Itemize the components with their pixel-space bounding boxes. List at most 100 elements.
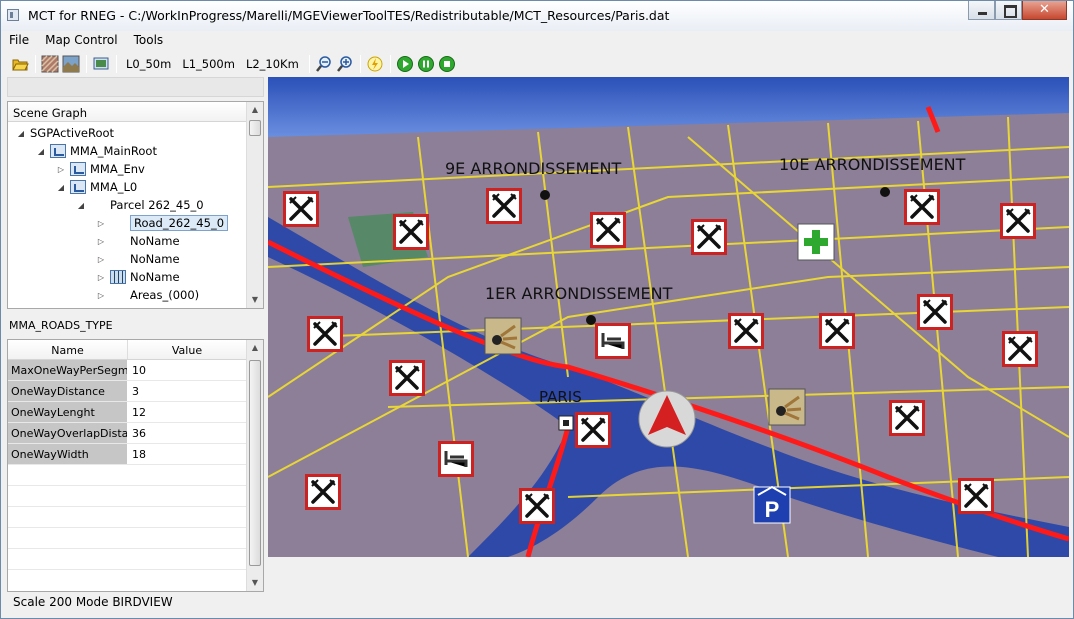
maximize-button[interactable]	[995, 1, 1022, 20]
parking-icon[interactable]: P	[753, 485, 791, 524]
properties-scrollbar[interactable]: ▲ ▼	[246, 340, 263, 591]
property-value[interactable]: 18	[128, 444, 247, 464]
restaurant-icon[interactable]	[281, 189, 321, 229]
restaurant-icon[interactable]	[303, 472, 343, 512]
stop-icon	[438, 56, 455, 72]
zoom-out-icon	[315, 56, 331, 72]
expand-arrow-icon[interactable]: ▷	[96, 255, 106, 264]
toolbar-separator	[86, 55, 87, 73]
terrain-button[interactable]	[62, 55, 80, 73]
navigation-arrow-icon[interactable]	[638, 390, 696, 448]
restaurant-icon[interactable]	[573, 410, 613, 450]
scroll-up-icon[interactable]: ▲	[247, 102, 263, 118]
attraction-icon[interactable]	[767, 387, 807, 427]
restaurant-icon[interactable]	[305, 314, 345, 354]
restaurant-icon[interactable]	[902, 187, 942, 227]
empty-row	[8, 465, 247, 486]
level2-button[interactable]: L2_10Km	[242, 55, 303, 73]
tree-item[interactable]: ◢ Parcel 262_45_0	[76, 196, 204, 214]
screenshot-button[interactable]	[92, 55, 110, 73]
restaurant-icon[interactable]	[956, 476, 996, 516]
scroll-up-icon[interactable]: ▲	[247, 340, 263, 356]
property-row[interactable]: MaxOneWayPerSegm... 10	[8, 360, 247, 381]
tree-item-label: Road_262_45_0	[130, 215, 229, 231]
column-header-value[interactable]: Value	[128, 340, 247, 359]
expand-arrow-icon[interactable]: ◢	[76, 201, 86, 210]
property-value[interactable]: 36	[128, 423, 247, 443]
restaurant-icon[interactable]	[517, 486, 557, 526]
status-bar: Scale 200 Mode BIRDVIEW	[13, 595, 173, 609]
stop-button[interactable]	[438, 55, 456, 73]
property-value[interactable]: 12	[128, 402, 247, 422]
tree-item[interactable]: ▷ Areas_(000)	[96, 286, 199, 304]
play-button[interactable]	[396, 55, 414, 73]
district-dot	[540, 190, 550, 200]
tree-scrollbar[interactable]: ▲ ▼	[246, 102, 263, 308]
title-bar: MCT for RNEG - C:/WorkInProgress/Marelli…	[1, 1, 1073, 31]
scroll-down-icon[interactable]: ▼	[247, 575, 263, 591]
restaurant-icon[interactable]	[588, 210, 628, 250]
tree-item-label: NoName	[130, 234, 180, 248]
properties-table[interactable]: Name Value MaxOneWayPerSegm... 10 OneWayDi…	[7, 339, 264, 592]
property-name: OneWayOverlapDista...	[8, 423, 128, 443]
tree-item[interactable]: NoName	[96, 304, 180, 308]
level1-button[interactable]: L1_500m	[178, 55, 239, 73]
property-row[interactable]: OneWayLenght 12	[8, 402, 247, 423]
expand-arrow-icon[interactable]: ◢	[16, 129, 26, 138]
scroll-down-icon[interactable]: ▼	[247, 292, 263, 308]
close-button[interactable]: ✕	[1022, 1, 1067, 20]
property-row[interactable]: OneWayWidth 18	[8, 444, 247, 465]
tree-item[interactable]: ▷ NoName	[96, 250, 180, 268]
expand-arrow-icon[interactable]: ▷	[96, 237, 106, 246]
lightning-button[interactable]	[366, 55, 384, 73]
restaurant-icon[interactable]	[915, 292, 955, 332]
expand-arrow-icon[interactable]: ◢	[36, 147, 46, 156]
minimize-button[interactable]	[968, 1, 995, 20]
tree-scroll-thumb[interactable]	[249, 120, 261, 136]
restaurant-icon[interactable]	[689, 217, 729, 257]
attraction-icon[interactable]	[483, 316, 523, 356]
restaurant-icon[interactable]	[817, 311, 857, 351]
property-row[interactable]: OneWayDistance 3	[8, 381, 247, 402]
tree-item[interactable]: ▷ Road_262_45_0	[96, 214, 229, 232]
menu-file[interactable]: File	[1, 31, 37, 50]
restaurant-icon[interactable]	[387, 358, 427, 398]
zoom-out-button[interactable]	[315, 55, 333, 73]
property-value[interactable]: 3	[128, 381, 247, 401]
scene-graph-tree[interactable]: Scene Graph ◢ SGPActiveRoot ◢ MMA_MainRoot ▷…	[7, 101, 264, 309]
texture-button[interactable]	[41, 55, 59, 73]
property-value[interactable]: 10	[128, 360, 247, 380]
expand-arrow-icon[interactable]: ▷	[96, 219, 106, 228]
level0-button[interactable]: L0_50m	[122, 55, 175, 73]
tree-item[interactable]: ▷ NoName	[96, 268, 180, 286]
tree-item[interactable]: ◢ MMA_MainRoot	[36, 142, 157, 160]
expand-arrow-icon[interactable]: ▷	[96, 273, 106, 282]
hospital-icon[interactable]	[797, 223, 835, 261]
tree-item[interactable]: ▷ NoName	[96, 232, 180, 250]
expand-arrow-icon[interactable]: ▷	[56, 165, 66, 174]
tree-item[interactable]: ◢ SGPActiveRoot	[16, 124, 114, 142]
zoom-in-button[interactable]	[336, 55, 354, 73]
pause-button[interactable]	[417, 55, 435, 73]
expand-arrow-icon[interactable]: ◢	[56, 183, 66, 192]
tree-item-label: MMA_L0	[90, 180, 138, 194]
restaurant-icon[interactable]	[484, 186, 524, 226]
restaurant-icon[interactable]	[1000, 329, 1040, 369]
hotel-icon[interactable]	[436, 439, 476, 479]
tree-item[interactable]: ▷ MMA_Env	[56, 160, 145, 178]
restaurant-icon[interactable]	[887, 398, 927, 438]
expand-arrow-icon[interactable]: ▷	[96, 291, 106, 300]
hotel-icon[interactable]	[593, 321, 633, 361]
tree-item[interactable]: ◢ MMA_L0	[56, 178, 137, 196]
open-folder-button[interactable]	[11, 55, 29, 73]
restaurant-icon[interactable]	[998, 201, 1038, 241]
restaurant-icon[interactable]	[391, 212, 431, 252]
menu-tools[interactable]: Tools	[126, 31, 172, 50]
properties-scroll-thumb[interactable]	[249, 360, 261, 566]
property-row[interactable]: OneWayOverlapDista... 36	[8, 423, 247, 444]
property-name: OneWayLenght	[8, 402, 128, 422]
menu-map-control[interactable]: Map Control	[37, 31, 126, 50]
map-view[interactable]: P 9E ARRONDISSEMENT 10E ARRONDISSEMENT 1…	[268, 77, 1069, 557]
column-header-name[interactable]: Name	[8, 340, 128, 359]
restaurant-icon[interactable]	[726, 311, 766, 351]
